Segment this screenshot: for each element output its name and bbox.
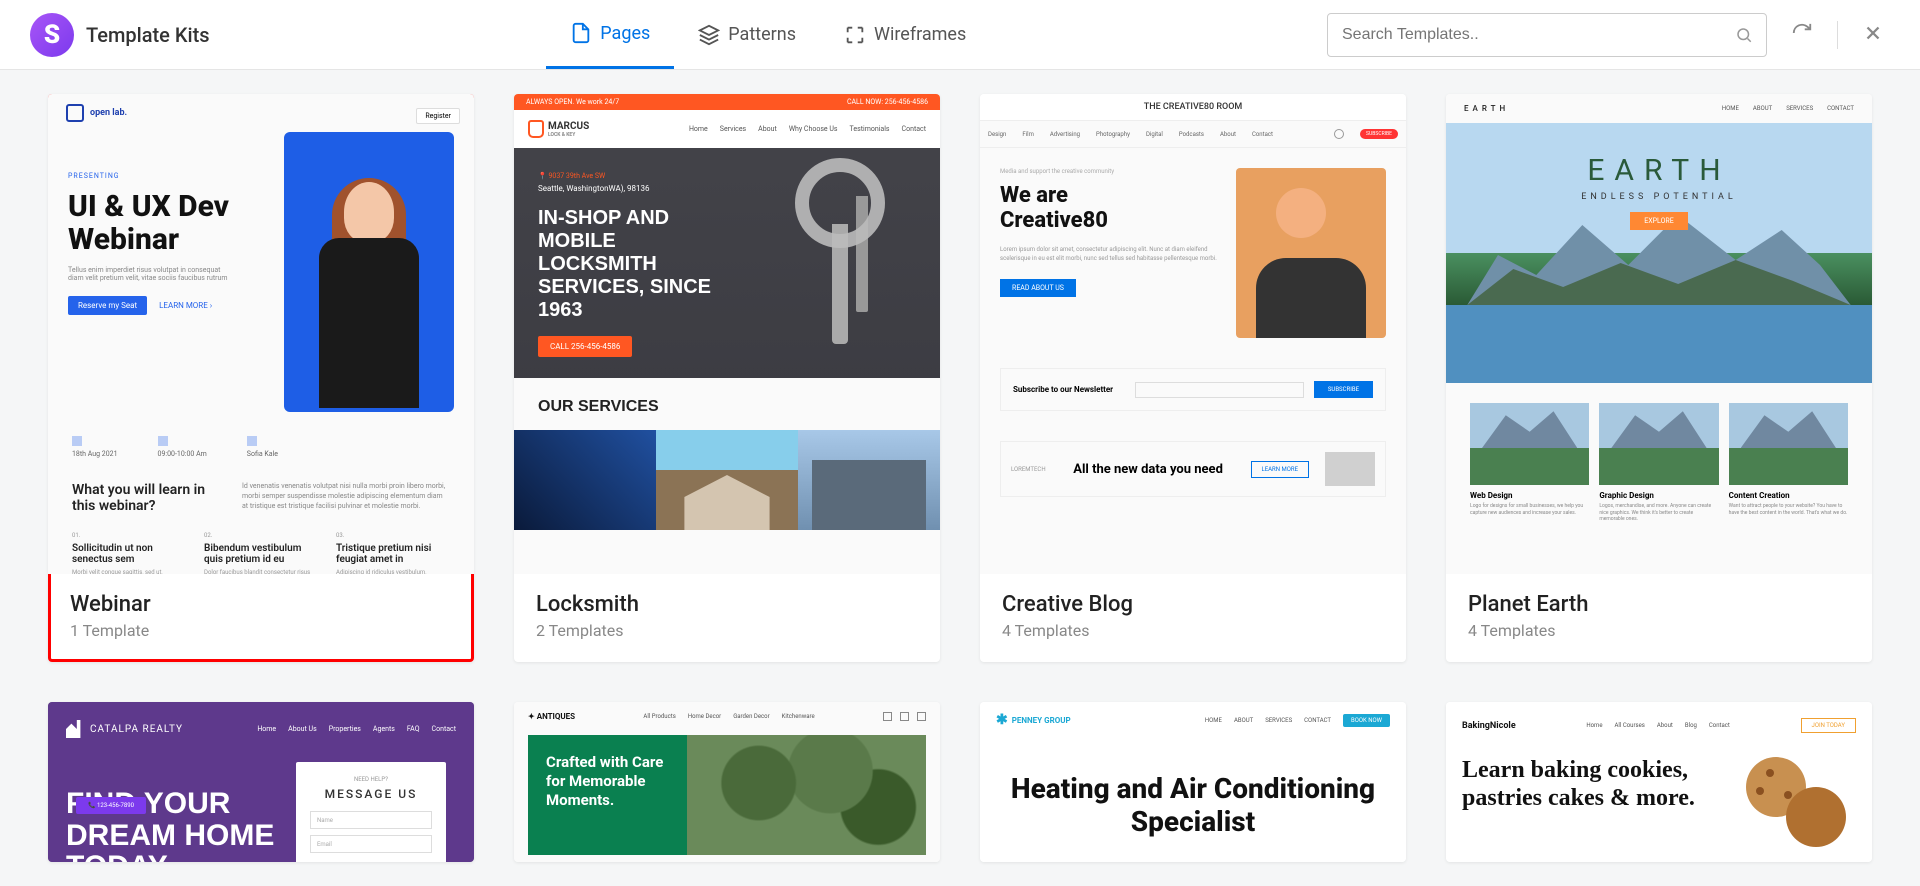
template-card-hvac[interactable]: PENNEY GROUPHOMEABOUTSERVICESCONTACTBOOK… xyxy=(980,702,1406,862)
thumbnail: ALWAYS OPEN. We work 24/7CALL NOW: 256-4… xyxy=(514,94,940,574)
template-card-locksmith[interactable]: ALWAYS OPEN. We work 24/7CALL NOW: 256-4… xyxy=(514,94,940,662)
tab-wireframes[interactable]: Wireframes xyxy=(820,0,990,69)
page-icon xyxy=(570,22,592,44)
search-icon xyxy=(1735,26,1753,44)
app-title: Template Kits xyxy=(86,23,210,47)
separator xyxy=(1837,21,1838,49)
tab-label: Pages xyxy=(600,23,650,44)
template-card-catalpa-realty[interactable]: CATALPA REALTYHomeAbout UsPropertiesAgen… xyxy=(48,702,474,862)
template-title: Planet Earth xyxy=(1468,592,1850,617)
header: S Template Kits Pages Patterns Wireframe… xyxy=(0,0,1920,70)
template-card-baking[interactable]: BakingNicoleHomeAll CoursesAboutBlogCont… xyxy=(1446,702,1872,862)
template-title: Webinar xyxy=(70,592,452,617)
content: open lab. Register PRESENTING UI & UX De… xyxy=(0,70,1920,886)
template-subtitle: 4 Templates xyxy=(1002,621,1384,640)
wireframe-icon xyxy=(844,24,866,46)
template-subtitle: 2 Templates xyxy=(536,621,918,640)
tab-pages[interactable]: Pages xyxy=(546,0,674,69)
template-card-creative-blog[interactable]: THE CREATIVE80 ROOM DesignFilmAdvertisin… xyxy=(980,94,1406,662)
brand: S Template Kits xyxy=(30,13,210,57)
template-subtitle: 1 Template xyxy=(70,621,452,640)
tab-label: Patterns xyxy=(728,24,796,45)
template-title: Locksmith xyxy=(536,592,918,617)
template-card-planet-earth[interactable]: EARTHHOMEABOUTSERVICESCONTACT EARTH ENDL… xyxy=(1446,94,1872,662)
refresh-icon xyxy=(1791,22,1813,44)
template-card-antiques[interactable]: ✦ ANTIQUESAll ProductsHome DecorGarden D… xyxy=(514,702,940,862)
thumbnail: ✦ ANTIQUESAll ProductsHome DecorGarden D… xyxy=(514,702,940,862)
search-input[interactable] xyxy=(1327,13,1767,57)
template-subtitle: 4 Templates xyxy=(1468,621,1850,640)
tabs: Pages Patterns Wireframes xyxy=(546,0,990,69)
close-icon xyxy=(1862,22,1884,44)
logo-icon: S xyxy=(30,13,74,57)
thumbnail: BakingNicoleHomeAll CoursesAboutBlogCont… xyxy=(1446,702,1872,862)
refresh-button[interactable] xyxy=(1785,16,1819,54)
templates-grid: open lab. Register PRESENTING UI & UX De… xyxy=(48,94,1872,862)
close-button[interactable] xyxy=(1856,16,1890,54)
thumbnail: EARTHHOMEABOUTSERVICESCONTACT EARTH ENDL… xyxy=(1446,94,1872,574)
thumbnail: CATALPA REALTYHomeAbout UsPropertiesAgen… xyxy=(48,702,474,862)
layers-icon xyxy=(698,24,720,46)
search-box xyxy=(1327,13,1767,57)
thumbnail: PENNEY GROUPHOMEABOUTSERVICESCONTACTBOOK… xyxy=(980,702,1406,862)
template-card-webinar[interactable]: open lab. Register PRESENTING UI & UX De… xyxy=(48,94,474,662)
thumbnail: THE CREATIVE80 ROOM DesignFilmAdvertisin… xyxy=(980,94,1406,574)
thumbnail: open lab. Register PRESENTING UI & UX De… xyxy=(48,94,474,574)
template-title: Creative Blog xyxy=(1002,592,1384,617)
header-actions xyxy=(1327,13,1890,57)
tab-patterns[interactable]: Patterns xyxy=(674,0,820,69)
tab-label: Wireframes xyxy=(874,24,966,45)
